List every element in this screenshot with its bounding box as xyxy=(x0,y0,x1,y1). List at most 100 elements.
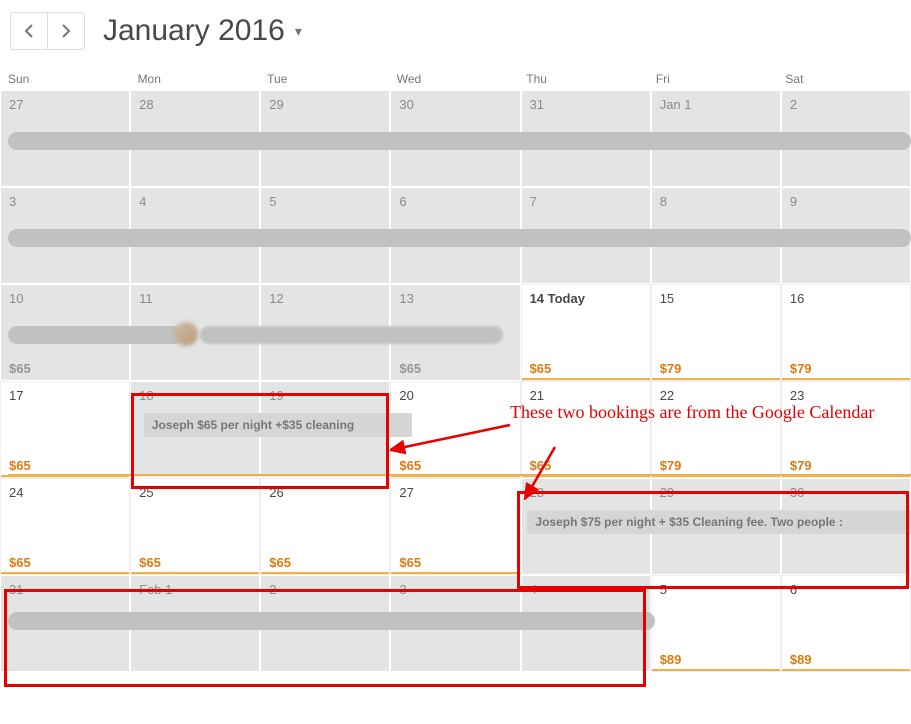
day-number: 4 xyxy=(139,194,146,209)
calendar-day-cell[interactable]: 7 xyxy=(521,187,651,284)
calendar-day-cell[interactable]: 14 Today $65 xyxy=(521,284,651,381)
calendar-day-cell[interactable]: 11 xyxy=(130,284,260,381)
day-number: 27 xyxy=(399,485,413,500)
calendar-day-cell[interactable]: 29 xyxy=(651,478,781,575)
calendar-day-cell[interactable]: 28 xyxy=(130,90,260,187)
calendar-day-cell[interactable]: 8 xyxy=(651,187,781,284)
day-number: 31 xyxy=(9,582,23,597)
day-number: 4 xyxy=(530,582,537,597)
calendar-day-cell[interactable]: 19 xyxy=(260,381,390,478)
availability-bar xyxy=(391,475,519,477)
calendar-day-cell[interactable]: 26$65 xyxy=(260,478,390,575)
day-number: 5 xyxy=(269,194,276,209)
calendar-day-cell[interactable]: 23 $79 xyxy=(781,381,911,478)
day-number: 20 xyxy=(399,388,413,403)
day-number: 11 xyxy=(139,291,153,306)
calendar-day-cell[interactable]: 4 xyxy=(521,575,651,672)
calendar-day-cell[interactable]: 27$65 xyxy=(390,478,520,575)
day-of-week-label: Sat xyxy=(779,68,909,90)
day-number: 5 xyxy=(660,582,667,597)
calendar-day-cell[interactable]: 22 $79 xyxy=(651,381,781,478)
calendar-day-cell[interactable]: 2 xyxy=(781,90,911,187)
availability-bar xyxy=(131,572,259,574)
calendar-day-cell[interactable]: Feb 1 xyxy=(130,575,260,672)
day-of-week-label: Tue xyxy=(261,68,391,90)
day-number: 6 xyxy=(790,582,797,597)
day-number: Jan 1 xyxy=(660,97,692,112)
calendar-day-cell[interactable]: 13$65 xyxy=(390,284,520,381)
calendar-day-cell[interactable]: 17$65 xyxy=(0,381,130,478)
day-number: 9 xyxy=(790,194,797,209)
calendar-day-cell[interactable]: 2 xyxy=(260,575,390,672)
day-price: $65 xyxy=(9,555,31,570)
calendar-day-cell[interactable]: 31 xyxy=(0,575,130,672)
calendar-day-cell[interactable]: 9 xyxy=(781,187,911,284)
calendar-day-cell[interactable]: 4 xyxy=(130,187,260,284)
day-price: $79 xyxy=(660,458,682,473)
calendar-day-cell[interactable]: 21$65 xyxy=(521,381,651,478)
calendar-day-cell[interactable]: 24$65 xyxy=(0,478,130,575)
caret-down-icon: ▾ xyxy=(295,23,302,40)
calendar-day-cell[interactable]: Jan 1 xyxy=(651,90,781,187)
day-number: 23 xyxy=(790,388,804,403)
availability-bar xyxy=(1,572,129,574)
calendar-day-cell[interactable]: 3 xyxy=(390,575,520,672)
calendar-header: January 2016 ▾ xyxy=(0,0,911,68)
day-number: 30 xyxy=(399,97,413,112)
calendar-day-cell[interactable]: 27 xyxy=(0,90,130,187)
day-price: $89 xyxy=(790,652,812,667)
day-price: $79 xyxy=(790,458,812,473)
day-number: 28 xyxy=(530,485,544,500)
calendar-day-cell[interactable]: 20$65 xyxy=(390,381,520,478)
calendar-day-cell[interactable]: 3 xyxy=(0,187,130,284)
day-price: $65 xyxy=(139,555,161,570)
calendar-day-cell[interactable]: 5 xyxy=(260,187,390,284)
availability-bar xyxy=(522,378,650,380)
day-price: $65 xyxy=(9,458,31,473)
calendar-day-cell[interactable]: 5$89 xyxy=(651,575,781,672)
day-number: 2 xyxy=(269,582,276,597)
calendar-day-cell[interactable]: 15$79 xyxy=(651,284,781,381)
calendar-day-cell[interactable]: 30 xyxy=(781,478,911,575)
availability-bar xyxy=(522,475,650,477)
day-of-week-label: Fri xyxy=(650,68,780,90)
calendar-day-cell[interactable]: 6 $89 xyxy=(781,575,911,672)
chevron-left-icon xyxy=(24,24,34,38)
day-number: 29 xyxy=(660,485,674,500)
calendar-day-cell[interactable]: 12 xyxy=(260,284,390,381)
calendar-day-cell[interactable]: 6 xyxy=(390,187,520,284)
day-number: 7 xyxy=(530,194,537,209)
day-number: 2 xyxy=(790,97,797,112)
calendar-day-cell[interactable]: 18 xyxy=(130,381,260,478)
month-nav xyxy=(10,12,85,50)
calendar-day-cell[interactable]: 31 xyxy=(521,90,651,187)
day-number: 30 xyxy=(790,485,804,500)
day-price: $65 xyxy=(399,361,421,376)
day-number: 12 xyxy=(269,291,283,306)
calendar-day-cell[interactable]: 29 xyxy=(260,90,390,187)
calendar-day-cell[interactable]: 25 $65 xyxy=(130,478,260,575)
next-month-button[interactable] xyxy=(47,13,84,49)
calendar-day-cell[interactable]: 30 xyxy=(390,90,520,187)
prev-month-button[interactable] xyxy=(11,13,47,49)
day-number: 28 xyxy=(139,97,153,112)
day-of-week-label: Thu xyxy=(520,68,650,90)
day-number: 3 xyxy=(399,582,406,597)
calendar-day-cell[interactable]: 28 xyxy=(521,478,651,575)
day-number: 14 Today xyxy=(530,291,585,306)
chevron-right-icon xyxy=(61,24,71,38)
day-of-week-label: Mon xyxy=(132,68,262,90)
day-number: 22 xyxy=(660,388,674,403)
day-number: 25 xyxy=(139,485,153,500)
month-picker[interactable]: January 2016 ▾ xyxy=(103,14,302,48)
day-price: $79 xyxy=(790,361,812,376)
day-number: Feb 1 xyxy=(139,582,172,597)
day-price: $65 xyxy=(530,361,552,376)
day-price: $65 xyxy=(269,555,291,570)
availability-bar xyxy=(652,669,780,671)
calendar-day-cell[interactable]: 10$65 xyxy=(0,284,130,381)
day-number: 3 xyxy=(9,194,16,209)
day-number: 18 xyxy=(139,388,153,403)
availability-bar xyxy=(1,475,129,477)
calendar-day-cell[interactable]: 16$79 xyxy=(781,284,911,381)
